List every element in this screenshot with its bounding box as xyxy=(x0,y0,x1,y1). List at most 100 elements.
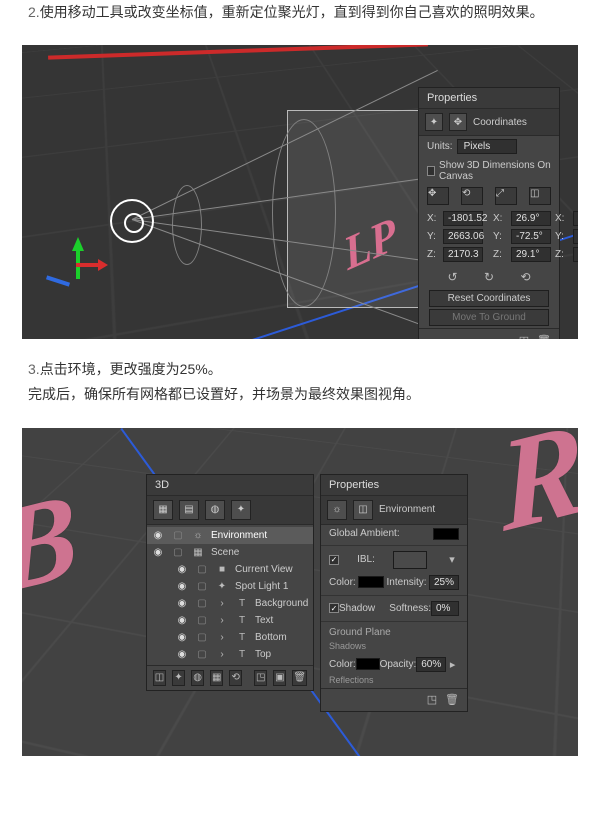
3d-panel-footer: ◫ ✦ ◍ ▦ ⟲ ◳ ▣ 🗑 xyxy=(147,665,313,690)
slot-icon: ▢ xyxy=(171,547,185,558)
trash-icon[interactable]: 🗑 xyxy=(537,333,551,339)
show-3d-checkbox[interactable] xyxy=(427,166,435,176)
opacity-flyout-icon[interactable]: ▸ xyxy=(446,657,459,671)
visibility-eye-icon[interactable]: ◉ xyxy=(151,547,165,558)
env-tab-icon[interactable]: ☼ xyxy=(327,500,347,520)
step-3-text: 3.点击环境，更改强度为25%。 完成后，确保所有网格都已设置好，并场景为最终效… xyxy=(0,357,600,427)
3d-panel-title-label: 3D xyxy=(155,479,169,491)
ibl-checkbox[interactable]: ✓ xyxy=(329,555,339,565)
global-ambient-label: Global Ambient: xyxy=(329,528,400,539)
intensity-input[interactable]: 25% xyxy=(429,575,459,590)
filter-light-icon[interactable]: ✦ xyxy=(231,500,251,520)
ground-color-swatch[interactable] xyxy=(356,658,380,670)
visibility-eye-icon[interactable]: ◉ xyxy=(175,581,189,592)
visibility-eye-icon[interactable]: ◉ xyxy=(151,530,165,541)
y-angle-label: Y: xyxy=(493,231,507,242)
visibility-eye-icon[interactable]: ◉ xyxy=(175,632,189,643)
chevron-right-icon[interactable]: › xyxy=(215,598,229,609)
panel-title: Properties xyxy=(419,88,559,109)
scene-icon-2[interactable]: ✦ xyxy=(172,670,185,686)
global-ambient-swatch[interactable] xyxy=(433,528,459,540)
softness-input[interactable]: 0% xyxy=(431,601,459,616)
visibility-eye-icon[interactable]: ◉ xyxy=(175,615,189,626)
scene-row-background[interactable]: ◉▢›TBackground xyxy=(147,595,313,612)
rotate-x-icon[interactable]: ↺ xyxy=(447,270,457,284)
visibility-eye-icon[interactable]: ◉ xyxy=(175,564,189,575)
chevron-right-icon[interactable]: › xyxy=(215,632,229,643)
spotlight-handle[interactable] xyxy=(110,199,154,243)
scene-row-spot-light-1[interactable]: ◉▢✦Spot Light 1 xyxy=(147,578,313,595)
rotate-z-icon[interactable]: ⟲ xyxy=(520,270,530,284)
units-row: Units: Pixels xyxy=(419,136,559,157)
scene-row-current-view[interactable]: ◉▢■Current View xyxy=(147,561,313,578)
rotate-y-icon[interactable]: ↻ xyxy=(484,270,494,284)
scene-row-text[interactable]: ◉▢›TText xyxy=(147,612,313,629)
x-pos-input[interactable]: -1801.52 xyxy=(443,211,483,226)
chevron-right-icon[interactable]: › xyxy=(215,615,229,626)
scene-new-icon[interactable]: ▣ xyxy=(273,670,286,686)
y-pos-input[interactable]: 2663.06 xyxy=(443,229,483,244)
scene-icon-5[interactable]: ⟲ xyxy=(229,670,242,686)
scene-render-icon[interactable]: ◳ xyxy=(254,670,267,686)
artwork-letter-r: R xyxy=(495,428,578,563)
shadow-checkbox[interactable]: ✓ xyxy=(329,603,339,613)
move-mode-button[interactable]: ✥ xyxy=(427,187,449,205)
scene-row-scene[interactable]: ◉▢▦Scene xyxy=(147,544,313,561)
ibl-label: IBL: xyxy=(357,554,375,565)
scene-row-label: Current View xyxy=(235,564,293,575)
visibility-eye-icon[interactable]: ◉ xyxy=(175,649,189,660)
scene-trash-icon[interactable]: 🗑 xyxy=(292,670,307,686)
gizmo-y-axis-icon[interactable] xyxy=(72,231,84,251)
slot-icon: ▢ xyxy=(171,530,185,541)
scene-row-top[interactable]: ◉▢›TTop xyxy=(147,646,313,663)
align-mode-button[interactable]: ◫ xyxy=(529,187,551,205)
panel-title-label: Properties xyxy=(427,92,477,104)
env-panel-title: Properties xyxy=(321,475,467,496)
scene-icon-3[interactable]: ◍ xyxy=(191,670,204,686)
render-icon[interactable]: ◳ xyxy=(517,333,531,339)
step-2-text: 2.使用移动工具或改变坐标值，重新定位聚光灯，直到得到你自己喜欢的照明效果。 xyxy=(0,0,600,45)
x-angle-input[interactable]: 26.9° xyxy=(511,211,551,226)
softness-label: Softness: xyxy=(389,603,431,614)
ibl-color-swatch[interactable] xyxy=(358,576,384,588)
coordinates-grid: X:-1801.52 X:26.9° X:0.01 Y:2663.06 Y:-7… xyxy=(419,207,559,266)
intensity-label: Intensity: xyxy=(387,577,427,588)
gizmo-z-axis-icon[interactable] xyxy=(46,276,70,287)
row-type-icon: T xyxy=(235,632,249,643)
x-scale-label: X: xyxy=(555,213,569,224)
scene-row-bottom[interactable]: ◉▢›TBottom xyxy=(147,629,313,646)
env-trash-icon[interactable]: 🗑 xyxy=(445,693,459,707)
rotate-mode-button[interactable]: ⟲ xyxy=(461,187,483,205)
filter-scene-icon[interactable]: ▦ xyxy=(153,500,173,520)
tab-coords-icon[interactable]: ✥ xyxy=(449,113,467,131)
gizmo-x-axis-icon[interactable] xyxy=(76,263,104,267)
units-label: Units: xyxy=(427,141,453,152)
opacity-label: Opacity: xyxy=(380,659,417,670)
scene-row-environment[interactable]: ◉▢☼Environment xyxy=(147,527,313,544)
ibl-menu-icon[interactable]: ▾ xyxy=(445,553,459,567)
z-pos-input[interactable]: 2170.3 xyxy=(443,247,483,262)
env-render-icon[interactable]: ◳ xyxy=(425,693,439,707)
scale-mode-button[interactable]: ⤢ xyxy=(495,187,517,205)
tab-mesh-icon[interactable]: ✦ xyxy=(425,113,443,131)
chevron-right-icon[interactable]: › xyxy=(215,649,229,660)
slot-icon: ▢ xyxy=(195,649,209,660)
units-select[interactable]: Pixels xyxy=(457,139,517,154)
ground-plane-title-row: Ground Plane xyxy=(321,624,467,641)
opacity-input[interactable]: 60% xyxy=(416,657,446,672)
env-tab2-icon[interactable]: ◫ xyxy=(353,500,373,520)
move-to-ground-button: Move To Ground xyxy=(429,309,549,326)
y-angle-input[interactable]: -72.5° xyxy=(511,229,551,244)
show-3d-label: Show 3D Dimensions On Canvas xyxy=(439,160,551,182)
step-3-line1: 点击环境，更改强度为25%。 xyxy=(40,361,222,377)
show-3d-row: Show 3D Dimensions On Canvas xyxy=(419,157,559,185)
reset-coordinates-button[interactable]: Reset Coordinates xyxy=(429,290,549,307)
scene-icon-4[interactable]: ▦ xyxy=(210,670,223,686)
filter-mesh-icon[interactable]: ▤ xyxy=(179,500,199,520)
visibility-eye-icon[interactable]: ◉ xyxy=(175,598,189,609)
ibl-thumb[interactable] xyxy=(393,551,427,569)
move-gizmo[interactable] xyxy=(44,231,104,291)
z-angle-input[interactable]: 29.1° xyxy=(511,247,551,262)
scene-icon-1[interactable]: ◫ xyxy=(153,670,166,686)
filter-material-icon[interactable]: ◍ xyxy=(205,500,225,520)
